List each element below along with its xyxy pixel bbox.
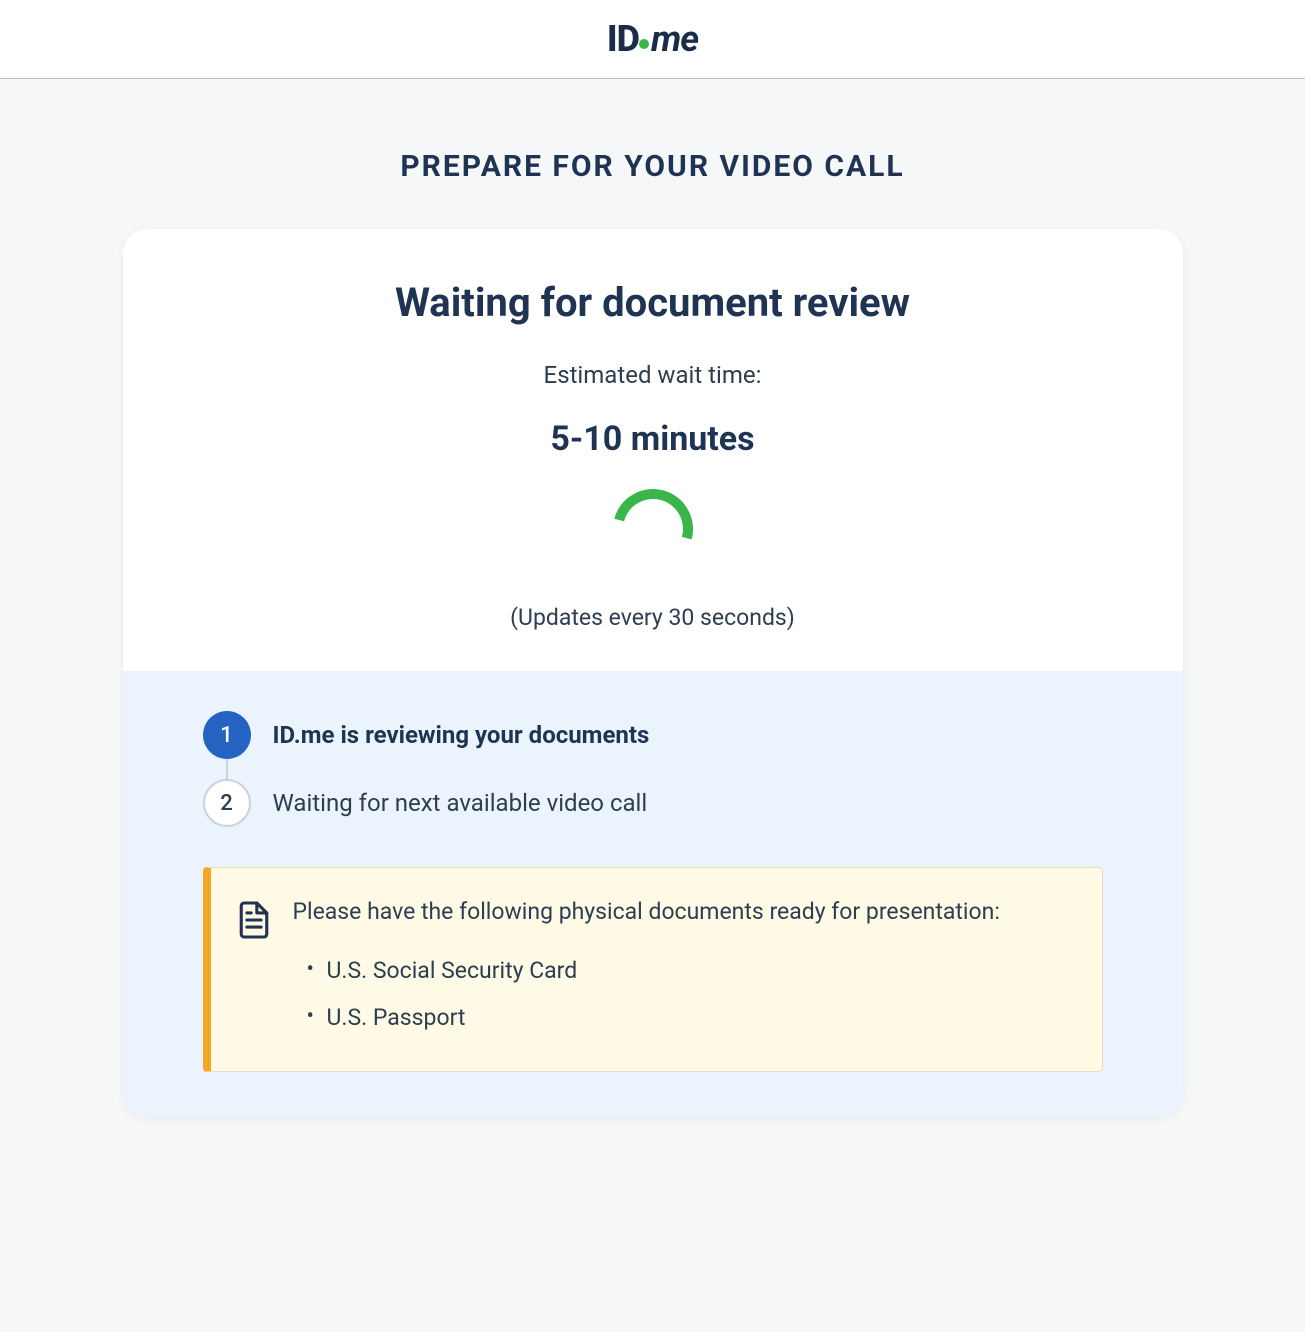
header: ID me (0, 0, 1305, 79)
alert-content: Please have the following physical docum… (293, 898, 1072, 1041)
step-2-badge: 2 (203, 779, 251, 827)
page-title: PREPARE FOR YOUR VIDEO CALL (0, 149, 1305, 184)
step-1: 1 ID.me is reviewing your documents (203, 701, 1103, 769)
wait-time-value: 5-10 minutes (163, 419, 1143, 459)
logo-text-me: me (651, 18, 698, 60)
step-1-label: ID.me is reviewing your documents (273, 721, 650, 749)
wait-time-label: Estimated wait time: (163, 361, 1143, 389)
update-frequency-note: (Updates every 30 seconds) (163, 604, 1143, 631)
idme-logo: ID me (607, 18, 698, 60)
loading-spinner-icon (598, 474, 707, 583)
document-list-item: U.S. Social Security Card (307, 947, 1072, 994)
document-alert: Please have the following physical docum… (203, 867, 1103, 1072)
progress-steps: 1 ID.me is reviewing your documents 2 Wa… (203, 701, 1103, 837)
logo-text-id: ID (607, 18, 639, 60)
step-2-label: Waiting for next available video call (273, 789, 648, 817)
card-top-section: Waiting for document review Estimated wa… (123, 229, 1183, 671)
step-2: 2 Waiting for next available video call (203, 769, 1103, 837)
card-heading: Waiting for document review (163, 279, 1143, 326)
step-1-badge: 1 (203, 711, 251, 759)
logo-dot-icon (639, 39, 649, 49)
document-list: U.S. Social Security Card U.S. Passport (293, 947, 1072, 1041)
document-list-item: U.S. Passport (307, 994, 1072, 1041)
status-card: Waiting for document review Estimated wa… (123, 229, 1183, 1117)
document-icon (237, 900, 271, 944)
alert-text: Please have the following physical docum… (293, 898, 1072, 925)
card-bottom-section: 1 ID.me is reviewing your documents 2 Wa… (123, 671, 1183, 1117)
